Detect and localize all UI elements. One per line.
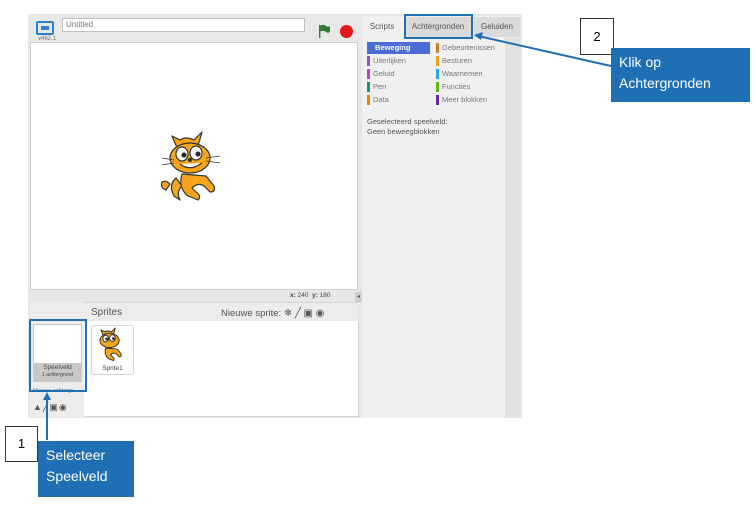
highlight-backdrops-tab — [404, 14, 473, 39]
cat-sprite-thumbnail-icon — [99, 327, 122, 362]
new-backdrop-toolbar: ▲╱▣◉ — [33, 402, 68, 413]
mouse-coordinates: x: 240 y: 180 — [290, 292, 331, 299]
palette-scrollbar[interactable] — [505, 38, 521, 418]
upload-sprite-icon[interactable]: ▣ — [304, 308, 313, 319]
category-label: Pen — [373, 82, 387, 91]
new-sprite-label: Nieuwe sprite: — [221, 308, 282, 319]
category-looks[interactable]: Uiterlijken — [367, 55, 406, 67]
cat-sprite-on-stage[interactable] — [158, 130, 228, 205]
step-1-number: 1 — [5, 426, 38, 462]
collapse-stage-button[interactable]: ◂ — [355, 292, 362, 302]
new-sprite-toolbar: Nieuwe sprite: ❄ ╱ ▣ ◉ — [221, 308, 324, 319]
category-motion[interactable]: Beweging — [367, 42, 430, 54]
camera-backdrop-icon[interactable]: ◉ — [59, 402, 68, 412]
highlight-speelveld — [29, 319, 87, 392]
category-label: Waarnemen — [442, 69, 483, 78]
category-label: Geluid — [373, 69, 395, 78]
category-label: Besturen — [442, 56, 473, 65]
paint-new-sprite-icon[interactable]: ❄ — [284, 308, 292, 319]
category-label: Functies — [442, 82, 471, 91]
step-2-number: 2 — [580, 18, 614, 55]
category-events[interactable]: Gebeurtenissen — [436, 42, 495, 54]
category-operators[interactable]: Functies — [436, 81, 470, 93]
palette-message-line1: Geselecteerd speelveld: — [367, 117, 448, 126]
sprite1-label: Sprite1 — [102, 365, 123, 372]
category-label: Uiterlijken — [373, 56, 406, 65]
project-title-input[interactable]: Untitled — [62, 18, 305, 32]
category-pen[interactable]: Pen — [367, 81, 386, 93]
fullscreen-icon[interactable] — [36, 21, 54, 35]
category-data[interactable]: Data — [367, 94, 389, 106]
category-more-blocks[interactable]: Meer blokken — [436, 94, 487, 106]
x-label: x: — [290, 292, 296, 299]
sprites-label: Sprites — [91, 307, 123, 318]
category-label: Meer blokken — [442, 95, 488, 104]
palette-message: Geselecteerd speelveld: Geen beweegblokk… — [367, 117, 447, 137]
y-value: 180 — [319, 292, 331, 299]
camera-icon[interactable]: ◉ — [316, 308, 325, 319]
stop-icon[interactable] — [340, 25, 353, 38]
x-value: 240 — [297, 292, 309, 299]
category-label: Gebeurtenissen — [442, 43, 495, 52]
category-control[interactable]: Besturen — [436, 55, 472, 67]
category-label: Data — [373, 95, 389, 104]
tab-scripts[interactable]: Scripts — [363, 17, 401, 37]
green-flag-icon[interactable] — [318, 24, 330, 38]
y-label: y: — [312, 292, 318, 299]
category-sensing[interactable]: Waarnemen — [436, 68, 483, 80]
tab-sounds[interactable]: Geluiden — [474, 17, 520, 37]
palette-message-line2: Geen beweegblokken — [367, 127, 440, 136]
category-sound[interactable]: Geluid — [367, 68, 395, 80]
brush-icon[interactable]: ╱ — [295, 308, 301, 319]
backdrop-library-icon[interactable]: ▲ — [33, 402, 43, 412]
upload-backdrop-icon[interactable]: ▣ — [49, 402, 59, 412]
step-1-instruction: Selecteer Speelveld — [38, 441, 134, 497]
step-2-instruction: Klik op Achtergronden — [611, 48, 750, 102]
